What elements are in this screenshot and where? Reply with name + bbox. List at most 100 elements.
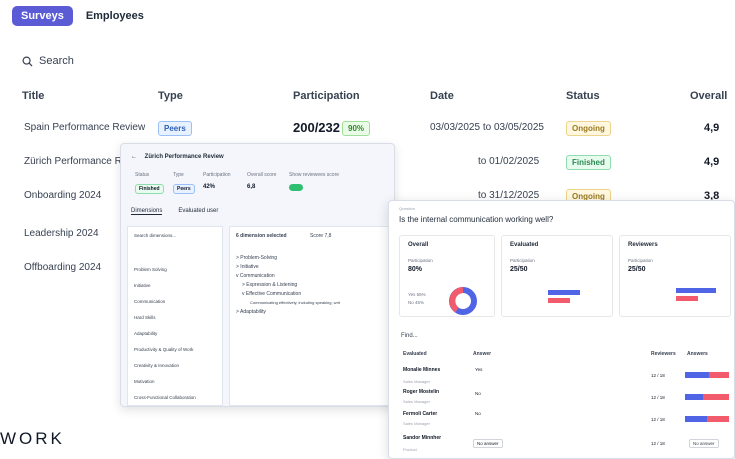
evaluated-name: Monalie Minnes (403, 367, 441, 373)
survey-detail-card: ← Zürich Performance Review Status Type … (120, 143, 395, 407)
bar-yes (548, 290, 580, 295)
evaluated-name: Roger Mostelin (403, 389, 440, 395)
dimension-item[interactable]: Problem Solving (134, 267, 167, 272)
question-label: Question (399, 206, 416, 211)
status-badge: Ongoing (566, 121, 611, 136)
dimension-item[interactable]: Communication (134, 299, 165, 304)
col-title[interactable]: Title (22, 90, 44, 102)
col-type[interactable]: Type (158, 90, 183, 102)
meta-label: Type (173, 172, 184, 178)
dimension-item[interactable]: Creativity & Innovation (134, 363, 179, 368)
col-reviewers[interactable]: Reviewers (651, 351, 676, 357)
answers-value: No answer (689, 439, 719, 448)
tab-evaluated-user[interactable]: Evaluated user (178, 208, 218, 215)
col-evaluated[interactable]: Evaluated (403, 351, 427, 357)
question-results-card: Question Is the internal communication w… (388, 200, 735, 459)
answer-value: No (475, 391, 481, 396)
tree-item[interactable]: > Problem-Solving (236, 255, 277, 261)
col-status[interactable]: Status (566, 90, 600, 102)
box-value: 25/50 (628, 266, 646, 273)
dimension-search-input[interactable]: Search dimensions... (134, 233, 176, 238)
box-label: Participation (510, 258, 535, 263)
tree-item[interactable]: > Adaptability (236, 309, 266, 315)
legend-yes: Yes 55% (408, 292, 426, 297)
search-bar[interactable]: Search (22, 55, 74, 67)
box-title: Overall (408, 242, 429, 248)
show-scores-toggle[interactable] (289, 184, 303, 191)
tree-item[interactable]: v Communication (236, 273, 275, 279)
meta-label: Overall score (247, 172, 277, 178)
question-text: Is the internal communication working we… (399, 215, 554, 224)
dimension-item[interactable]: Hard Skills (134, 315, 156, 320)
back-arrow-icon[interactable]: ← (131, 154, 137, 160)
col-answers[interactable]: Answers (687, 351, 708, 357)
meta-label: Participation (203, 172, 231, 178)
meta-label: Show reviewees score (289, 172, 340, 178)
reviewers-count: 12 / 18 (651, 441, 665, 446)
overall-score: 4,9 (704, 156, 720, 168)
status-badge: Finished (566, 155, 611, 170)
overall-box: Overall Participation 80% Yes 55% No 45% (399, 235, 495, 317)
tab-dimensions[interactable]: Dimensions (131, 208, 163, 215)
box-label: Participation (628, 258, 653, 263)
dimension-item[interactable]: Initiative (134, 283, 151, 288)
reviewers-box: Reviewers Participation 25/50 (619, 235, 731, 317)
box-title: Evaluated (510, 242, 539, 248)
row-title: Leadership 2024 (24, 228, 99, 239)
status-badge: Finished (135, 184, 164, 194)
meta-label: Status (135, 172, 150, 178)
box-label: Participation (408, 258, 433, 263)
evaluated-role: Sales Manager (403, 421, 430, 426)
app-root: { "tabs": ["Surveys", "Employees"], "sea… (0, 0, 735, 459)
dimension-item[interactable]: Cross-Functional Collaboration (134, 395, 196, 400)
answers-bar (685, 416, 729, 422)
evaluated-role: Sales Manager (403, 379, 430, 384)
reviewers-count: 12 / 18 (651, 417, 665, 422)
tab-employees[interactable]: Employees (77, 6, 153, 26)
donut-chart (449, 287, 477, 315)
table-row[interactable]: Spain Performance Review Peers 200/232 9… (0, 112, 735, 146)
col-participation[interactable]: Participation (293, 90, 360, 102)
tree-item[interactable]: v Effective Communication (242, 291, 301, 297)
answer-value: No answer (473, 439, 503, 448)
participation-pct: 90% (342, 121, 371, 136)
legend-no: No 45% (408, 300, 425, 305)
overall-score: 6,8 (247, 184, 256, 190)
evaluated-box: Evaluated Participation 25/50 (501, 235, 613, 317)
tree-item: Communicating effectively, including spe… (250, 300, 340, 305)
tree-item[interactable]: > Initiative (236, 264, 259, 270)
row-title: Offboarding 2024 (24, 262, 102, 273)
reviewers-count: 12 / 18 (651, 395, 665, 400)
table-header: Title Type Participation Date Status Ove… (0, 86, 735, 108)
row-date: to 01/02/2025 (478, 156, 540, 167)
card-title: ← Zürich Performance Review (131, 154, 224, 160)
col-answer[interactable]: Answer (473, 351, 491, 357)
answers-bar (685, 372, 729, 378)
find-input[interactable]: Find... (401, 333, 418, 339)
tab-surveys[interactable]: Surveys (12, 6, 73, 26)
bar-yes (676, 288, 716, 293)
col-overall[interactable]: Overall (690, 90, 727, 102)
dimension-item[interactable]: Motivation (134, 379, 155, 384)
overall-score: 4,9 (704, 122, 720, 134)
type-badge: Peers (158, 121, 192, 136)
col-date[interactable]: Date (430, 90, 454, 102)
dimension-item[interactable]: Adaptability (134, 331, 157, 336)
search-icon (22, 56, 33, 67)
dimensions-sidebar: Search dimensions... Problem Solving Ini… (127, 226, 223, 406)
answer-value: Yes (475, 367, 483, 372)
reviewers-count: 12 / 18 (651, 373, 665, 378)
tree-item[interactable]: > Expression & Listening (242, 282, 297, 288)
row-title: Onboarding 2024 (24, 190, 102, 201)
search-input[interactable]: Search (39, 55, 74, 67)
evaluated-role: Sales Manager (403, 399, 430, 404)
selected-count: 6 dimension selected (236, 233, 287, 239)
bar-no (676, 296, 698, 301)
dimensions-panel: 6 dimension selected Score 7,8 > Problem… (229, 226, 394, 406)
evaluated-role: Product (403, 447, 417, 452)
row-title: Zürich Performance Re (24, 156, 128, 167)
box-value: 25/50 (510, 266, 528, 273)
top-tabs: Surveys Employees (12, 6, 153, 26)
evaluated-name: Fermoli Carter (403, 411, 438, 417)
dimension-item[interactable]: Productivity & Quality of Work (134, 347, 193, 352)
